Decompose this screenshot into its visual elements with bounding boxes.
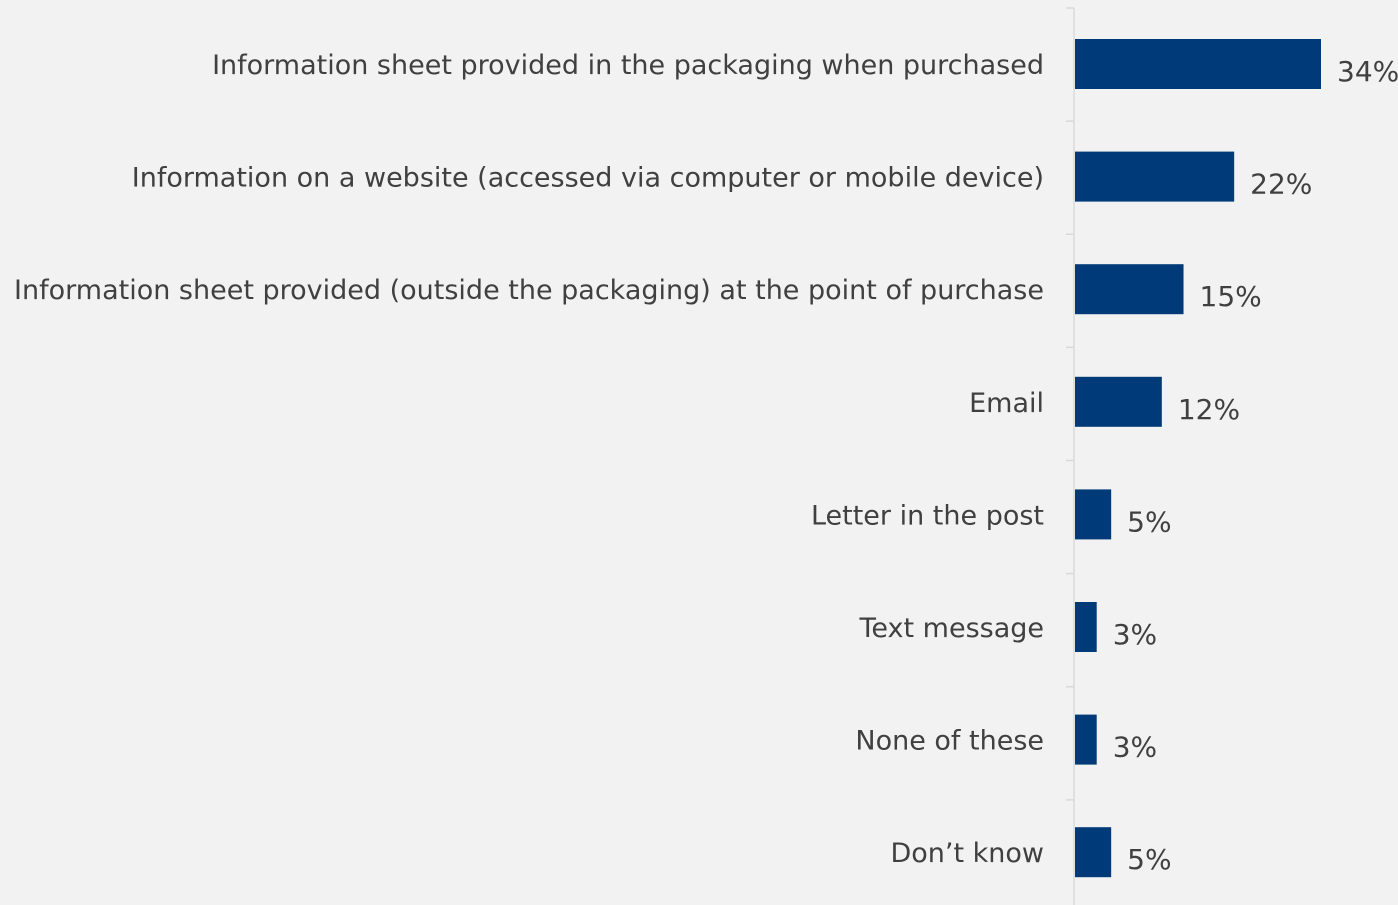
category-label: Information on a website (accessed via c… [132,163,1044,194]
category-label: Letter in the post [811,500,1044,531]
bar [1075,264,1184,315]
chart-svg: Information sheet provided in the packag… [14,7,1398,905]
bar [1075,714,1097,765]
bar [1075,827,1112,878]
bar [1075,39,1321,89]
bar-chart: Information sheet provided in the packag… [0,0,1398,905]
bar [1075,602,1097,652]
value-label: 3% [1113,618,1157,651]
category-label: Information sheet provided in the packag… [212,50,1044,81]
value-label: 15% [1200,280,1262,313]
value-label: 34% [1337,55,1398,88]
category-label: Email [969,388,1044,419]
bar [1075,489,1112,540]
category-label: None of these [855,726,1044,757]
value-label: 22% [1250,168,1312,201]
category-label: Don’t know [890,838,1044,869]
value-label: 12% [1178,393,1240,426]
value-label: 5% [1127,505,1171,538]
value-label: 5% [1127,843,1171,876]
bar [1075,376,1162,427]
bar [1075,151,1235,202]
category-label: Text message [858,613,1044,644]
category-label: Information sheet provided (outside the … [14,275,1044,306]
value-label: 3% [1113,731,1157,764]
